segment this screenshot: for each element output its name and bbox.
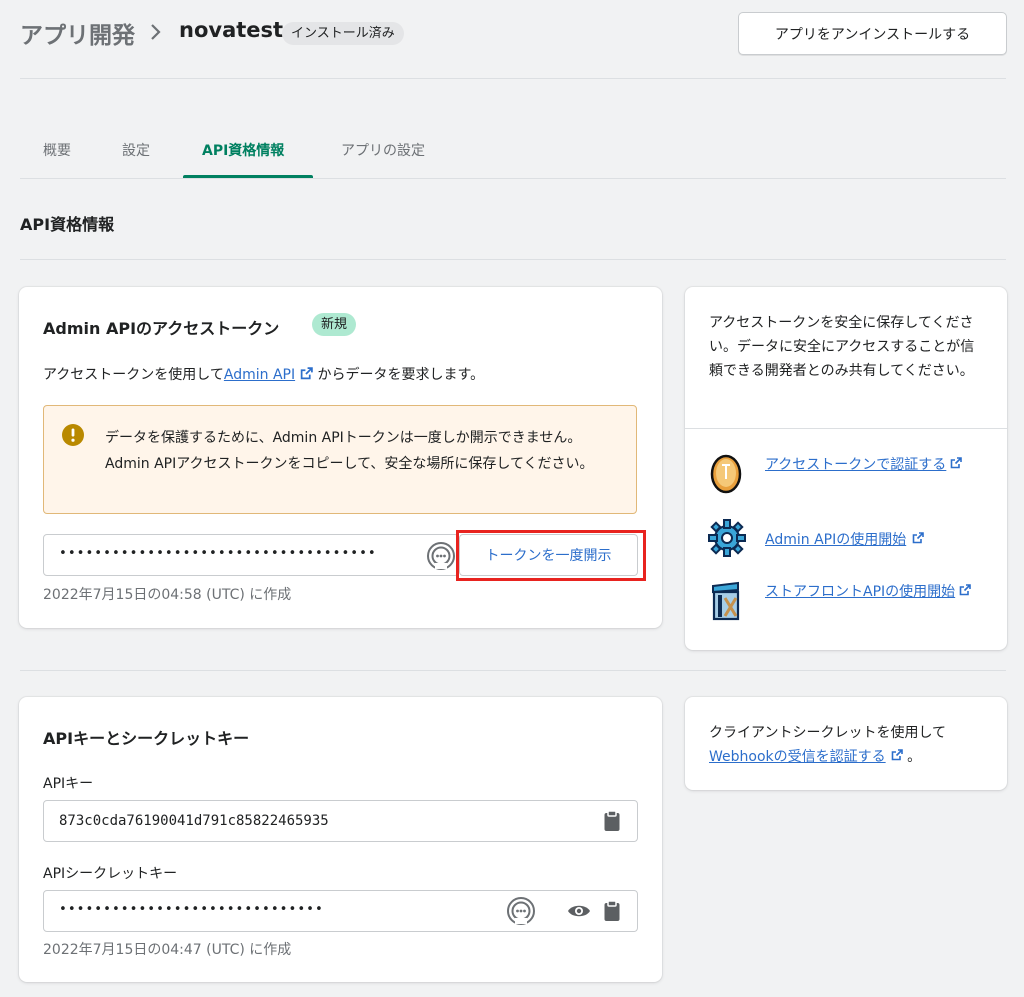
external-link-icon xyxy=(951,457,963,469)
webhook-info-text: クライアントシークレットを使用して Webhookの受信を認証する 。 xyxy=(709,721,989,769)
app-name: novatest xyxy=(179,18,284,42)
card-divider xyxy=(685,428,1007,429)
webhook-auth-link[interactable]: Webhookの受信を認証する xyxy=(709,749,886,765)
warning-text: データを保護するために、Admin APIトークンは一度しか開示できません。Ad… xyxy=(105,430,594,472)
warning-icon xyxy=(62,424,84,446)
admin-token-masked: •••••••••••••••••••••••••••••••••••• xyxy=(59,546,377,561)
tab-overview[interactable]: 概要 xyxy=(43,140,71,160)
webhook-text-end: 。 xyxy=(902,749,922,765)
tab-settings[interactable]: 設定 xyxy=(122,140,150,160)
storefront-icon xyxy=(712,581,740,621)
gear-icon xyxy=(708,519,746,557)
external-link-icon xyxy=(959,584,971,596)
api-key-value: 873c0cda76190041d791c85822465935 xyxy=(59,813,329,829)
tabs-divider xyxy=(20,178,1006,179)
admin-token-created: 2022年7月15日の04:58 (UTC) に作成 xyxy=(43,587,292,603)
api-key-card-title: APIキーとシークレットキー xyxy=(43,729,250,748)
storefront-api-link[interactable]: ストアフロントAPIの使用開始 xyxy=(765,580,990,604)
coin-icon xyxy=(710,454,742,494)
tab-app-settings[interactable]: アプリの設定 xyxy=(341,140,425,160)
admin-token-title: Admin APIのアクセストークン xyxy=(43,319,280,338)
external-link-icon xyxy=(300,367,313,380)
admin-api-start-label: Admin APIの使用開始 xyxy=(765,532,907,548)
admin-token-description: アクセストークンを使用してAdmin API からデータを要求します。 xyxy=(43,363,484,387)
password-manager-icon[interactable] xyxy=(506,896,536,926)
eye-icon[interactable] xyxy=(567,903,591,919)
admin-api-link[interactable]: Admin API xyxy=(224,367,295,383)
chevron-right-icon xyxy=(151,24,161,40)
api-secret-label: APIシークレットキー xyxy=(43,866,178,882)
password-manager-icon[interactable] xyxy=(426,541,456,571)
api-key-label: APIキー xyxy=(43,776,94,792)
uninstall-app-button[interactable]: アプリをアンインストールする xyxy=(738,12,1007,55)
security-tips-text: アクセストークンを安全に保存してください。データに安全にアクセスすることが信頼で… xyxy=(709,315,975,379)
external-link-icon xyxy=(912,532,925,544)
api-secret-masked: •••••••••••••••••••••••••••••• xyxy=(59,902,324,917)
breadcrumb-parent[interactable]: アプリ開発 xyxy=(20,16,135,50)
section-title: API資格情報 xyxy=(20,215,115,234)
api-key-created: 2022年7月15日の04:47 (UTC) に作成 xyxy=(43,942,292,958)
highlight-box xyxy=(456,530,646,581)
new-badge: 新規 xyxy=(312,313,357,336)
webhook-text: クライアントシークレットを使用して xyxy=(709,725,947,741)
tab-api-credentials[interactable]: API資格情報 xyxy=(202,140,284,160)
description-text-end: からデータを要求します。 xyxy=(313,367,485,383)
auth-token-link-label: アクセストークンで認証する xyxy=(765,457,947,473)
cards-divider xyxy=(20,670,1006,671)
auth-token-link[interactable]: アクセストークンで認証する xyxy=(765,453,975,477)
storefront-api-label: ストアフロントAPIの使用開始 xyxy=(765,584,956,600)
admin-api-start-link[interactable]: Admin APIの使用開始 xyxy=(765,528,985,552)
header-divider xyxy=(20,78,1006,79)
status-badge: インストール済み xyxy=(282,22,404,45)
clipboard-icon[interactable] xyxy=(603,900,621,922)
section-divider xyxy=(20,259,1006,260)
description-text: アクセストークンを使用して xyxy=(43,367,224,383)
external-link-icon xyxy=(891,749,903,761)
clipboard-icon[interactable] xyxy=(603,810,621,832)
